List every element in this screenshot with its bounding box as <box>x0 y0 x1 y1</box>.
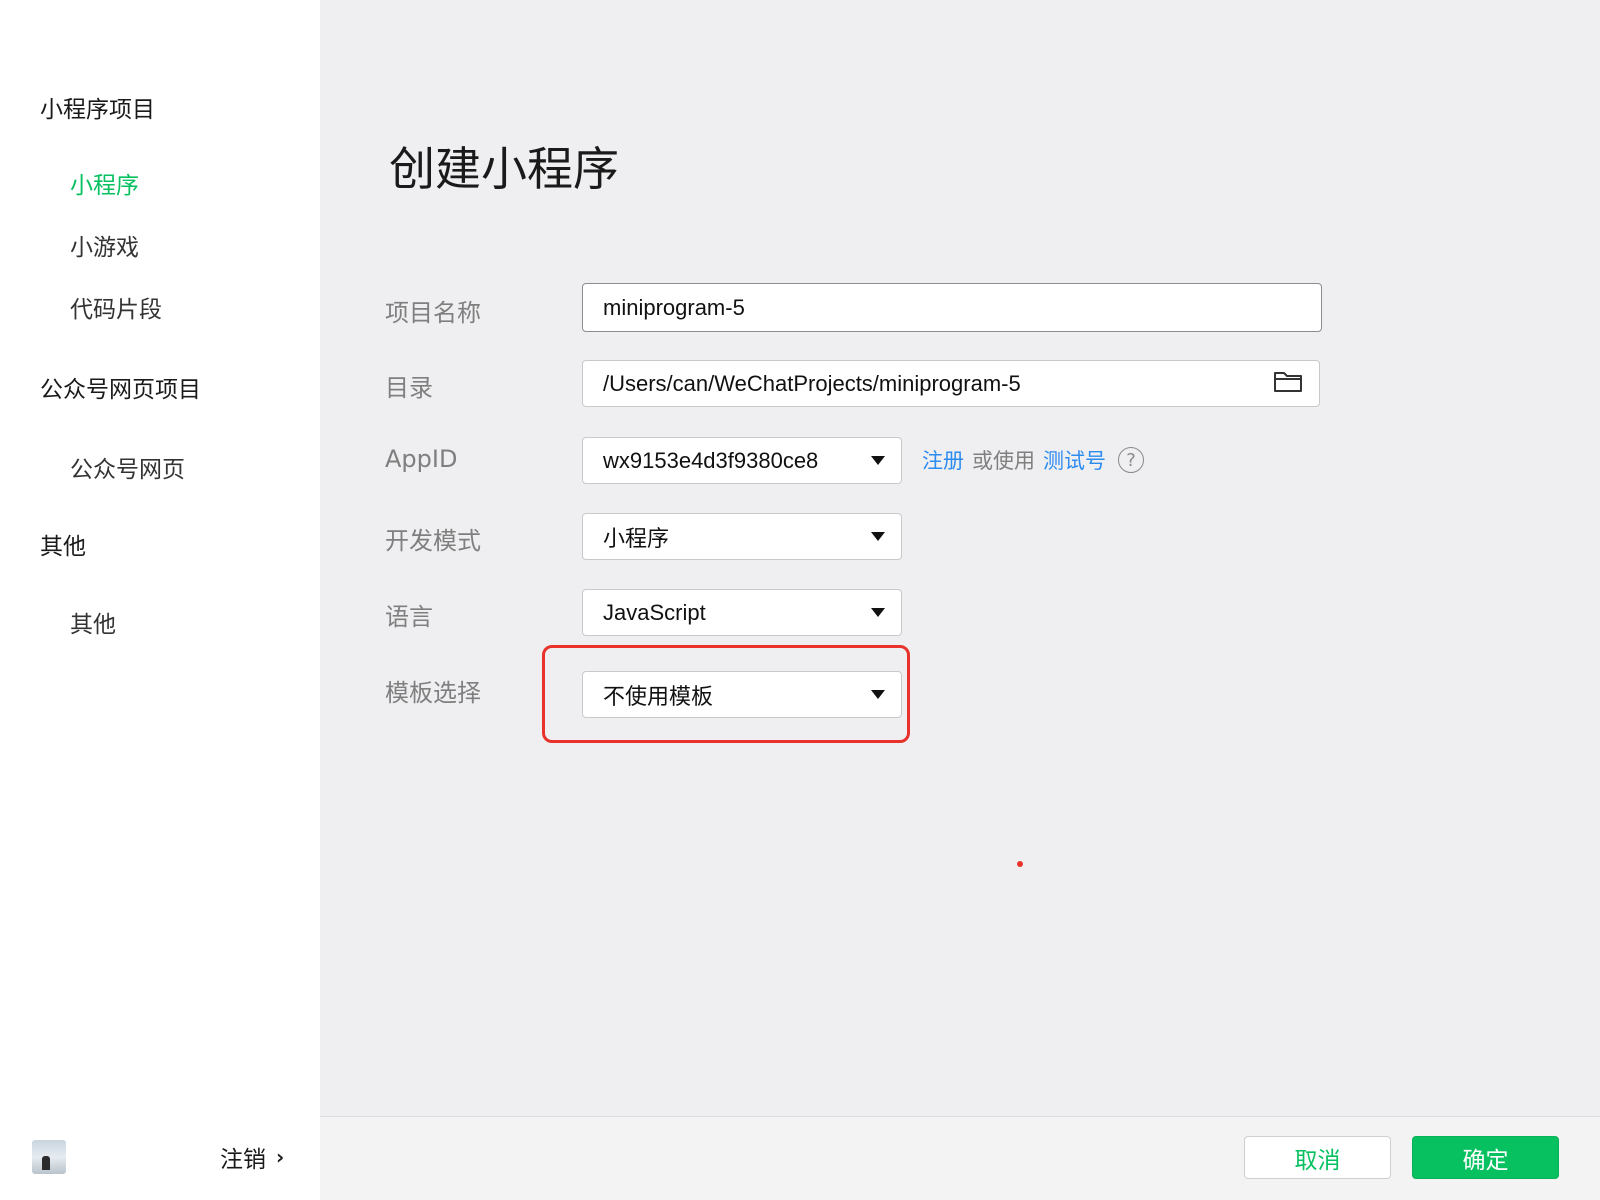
directory-label: 目录 <box>385 374 433 402</box>
page-title: 创建小程序 <box>389 142 619 196</box>
dev-mode-label: 开发模式 <box>385 527 481 555</box>
cancel-button[interactable]: 取消 <box>1244 1136 1391 1179</box>
folder-icon[interactable] <box>1273 369 1303 399</box>
template-label: 模板选择 <box>385 679 481 707</box>
chevron-right-icon: › <box>276 1145 285 1169</box>
register-link[interactable]: 注册 <box>922 445 964 475</box>
sidebar-group-miniprogram-projects: 小程序项目 <box>40 97 155 123</box>
language-value: JavaScript <box>603 599 706 625</box>
appid-label: AppID <box>385 445 458 473</box>
dropdown-caret-icon <box>871 608 885 617</box>
dev-mode-select[interactable]: 小程序 <box>582 513 902 560</box>
language-label: 语言 <box>385 603 433 631</box>
sidebar-group-official-account-web: 公众号网页项目 <box>40 377 201 403</box>
sidebar-item-code-snippet[interactable]: 代码片段 <box>70 290 162 324</box>
logout-button[interactable]: 注销 › <box>220 1140 284 1174</box>
sidebar-item-minigame[interactable]: 小游戏 <box>70 228 139 262</box>
directory-input[interactable]: /Users/can/WeChatProjects/miniprogram-5 <box>582 360 1320 407</box>
annotation-dot <box>1017 861 1023 867</box>
sidebar-item-other[interactable]: 其他 <box>70 605 116 639</box>
logout-label: 注销 <box>220 1147 266 1173</box>
footer-bar <box>320 1116 1600 1200</box>
appid-extra-links: 注册 或使用 测试号 ? <box>922 445 1144 475</box>
sidebar-item-miniprogram[interactable]: 小程序 <box>70 166 139 200</box>
annotation-highlight-box <box>542 645 910 743</box>
confirm-button[interactable]: 确定 <box>1412 1136 1559 1179</box>
dev-mode-value: 小程序 <box>603 525 670 551</box>
avatar[interactable] <box>32 1140 66 1174</box>
dropdown-caret-icon <box>871 532 885 541</box>
create-miniprogram-window: 小程序项目 小程序 小游戏 代码片段 公众号网页项目 公众号网页 其他 其他 注… <box>0 0 1600 1200</box>
project-name-label: 项目名称 <box>385 299 481 327</box>
project-name-value: miniprogram-5 <box>603 294 745 320</box>
sidebar-item-official-account-webpage[interactable]: 公众号网页 <box>70 450 185 484</box>
project-name-input[interactable]: miniprogram-5 <box>582 283 1322 332</box>
appid-value: wx9153e4d3f9380ce8 <box>603 447 819 473</box>
sidebar: 小程序项目 小程序 小游戏 代码片段 公众号网页项目 公众号网页 其他 其他 注… <box>0 0 320 1200</box>
dropdown-caret-icon <box>871 456 885 465</box>
directory-value: /Users/can/WeChatProjects/miniprogram-5 <box>603 370 1021 396</box>
language-select[interactable]: JavaScript <box>582 589 902 636</box>
appid-select[interactable]: wx9153e4d3f9380ce8 <box>582 437 902 484</box>
sidebar-group-other: 其他 <box>40 534 86 560</box>
main-panel: 创建小程序 项目名称 miniprogram-5 目录 /Users/can/W… <box>320 0 1600 1200</box>
help-icon[interactable]: ? <box>1118 447 1144 473</box>
test-account-link[interactable]: 测试号 <box>1043 445 1106 475</box>
or-use-text: 或使用 <box>972 449 1035 473</box>
